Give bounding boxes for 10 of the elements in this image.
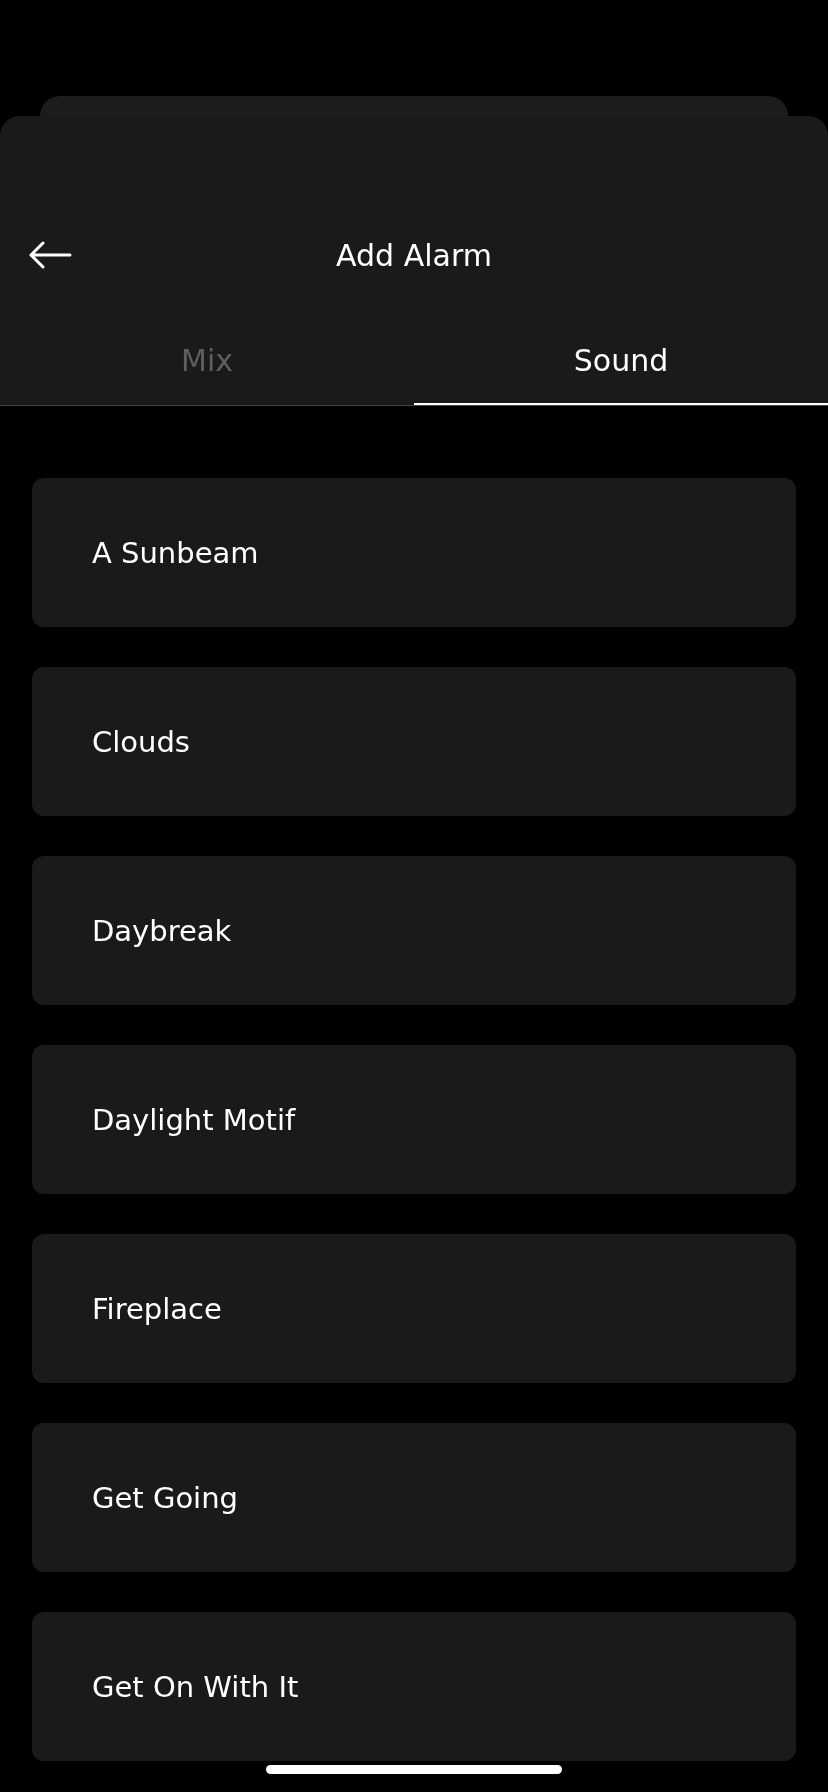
- sound-item[interactable]: Clouds: [32, 667, 796, 816]
- sound-item[interactable]: Daybreak: [32, 856, 796, 1005]
- sound-item[interactable]: A Sunbeam: [32, 478, 796, 627]
- sound-item[interactable]: Fireplace: [32, 1234, 796, 1383]
- sound-item[interactable]: Get On With It: [32, 1612, 796, 1761]
- sound-item[interactable]: Get Going: [32, 1423, 796, 1572]
- tab[interactable]: Sound: [414, 318, 828, 405]
- left-arrow-icon: [28, 241, 72, 269]
- screen-title: Add Alarm: [336, 237, 492, 273]
- sound-item[interactable]: Daylight Motif: [32, 1045, 796, 1194]
